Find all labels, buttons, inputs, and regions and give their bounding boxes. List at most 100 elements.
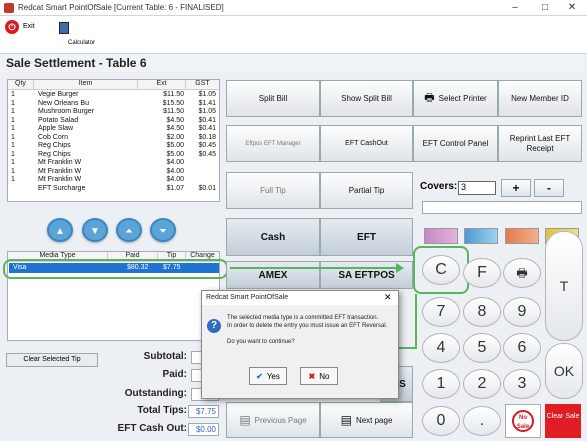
- no-button[interactable]: ✖ No: [300, 367, 338, 385]
- show-split-bill-button[interactable]: Show Split Bill: [320, 80, 413, 117]
- next-page-button[interactable]: ▤ Next page: [320, 402, 413, 438]
- key-ok[interactable]: OK: [545, 343, 583, 399]
- qty-cell: 1: [11, 176, 15, 183]
- page-title: Sale Settlement - Table 6: [6, 56, 147, 70]
- previous-page-icon: ▤: [239, 413, 251, 427]
- no-label: No: [319, 371, 330, 381]
- power-icon: ⏻: [5, 20, 19, 34]
- qty-cell: 1: [11, 150, 15, 158]
- eft-control-panel-button[interactable]: EFT Control Panel: [413, 125, 498, 162]
- covers-label: Covers:: [420, 181, 458, 192]
- dialog-line-1: The selected media type is a committed E…: [227, 315, 379, 321]
- no-sale-button[interactable]: No Sale: [505, 404, 541, 438]
- split-bill-button[interactable]: Split Bill: [226, 80, 320, 117]
- c-key-highlight: [413, 246, 469, 294]
- item-cell: EFT Surcharge: [38, 184, 86, 192]
- scroll-up-button[interactable]: ▲: [47, 218, 73, 242]
- key-0[interactable]: 0: [422, 406, 460, 436]
- key-9[interactable]: 9: [503, 297, 541, 327]
- maximize-icon[interactable]: □: [535, 2, 555, 14]
- minimize-icon[interactable]: –: [505, 2, 525, 14]
- no-sale-icon: No Sale: [512, 410, 534, 432]
- scroll-down-button[interactable]: ▼: [82, 218, 108, 242]
- reprint-last-eft-button[interactable]: Reprint Last EFT Receipt: [498, 125, 582, 162]
- clear-sale-button[interactable]: Clear Sale: [545, 404, 581, 438]
- ext-cell: $4.50: [166, 125, 184, 132]
- cash-button[interactable]: Cash: [226, 218, 320, 256]
- key-8[interactable]: 8: [463, 297, 501, 327]
- key-7[interactable]: 7: [422, 297, 460, 327]
- gst-cell: $0.41: [198, 116, 216, 124]
- partial-tip-button[interactable]: Partial Tip: [320, 172, 413, 209]
- qty-cell: 1: [11, 91, 15, 98]
- yes-button[interactable]: ✔ Yes: [249, 367, 287, 385]
- scroll-top-button[interactable]: ⏶: [116, 218, 142, 242]
- covers-minus-button[interactable]: -: [534, 179, 564, 197]
- list-item[interactable]: EFT Surcharge $1.07 $0.01: [8, 185, 219, 194]
- item-cell: Vegie Burger: [38, 91, 79, 98]
- item-cell: Mushroom Burger: [38, 108, 95, 115]
- eft-button[interactable]: EFT: [320, 218, 413, 256]
- key-5[interactable]: 5: [463, 333, 501, 363]
- qty-cell: 1: [11, 108, 15, 115]
- calculator-icon: [59, 22, 69, 34]
- total-tips-value: $7.75: [188, 405, 219, 418]
- dialog-close-icon[interactable]: ✕: [384, 292, 392, 303]
- previous-page-label: Previous Page: [254, 415, 307, 425]
- item-cell: Reg Chips: [38, 150, 71, 158]
- total-tips-label: Total Tips:: [137, 405, 187, 416]
- visa-highlight: [3, 259, 228, 279]
- gst-cell: $1.05: [198, 108, 216, 115]
- key-t[interactable]: T: [545, 231, 583, 341]
- ext-cell: $2.00: [166, 133, 184, 141]
- paid-label: Paid:: [162, 369, 187, 380]
- item-cell: Mt Franklin W: [38, 167, 82, 175]
- key-f[interactable]: F: [463, 258, 501, 288]
- item-cell: New Orleans Bu: [38, 99, 89, 107]
- key-1[interactable]: 1: [422, 369, 460, 399]
- confirm-dialog: Redcat Smart PointOfSale ✕ ? The selecte…: [201, 290, 399, 399]
- gst-cell: $0.45: [198, 142, 216, 149]
- print-key-icon[interactable]: 🖶: [503, 258, 541, 288]
- items-table[interactable]: Qty Item Ext GST 1 Vegie Burger $11.50 $1.0…: [7, 79, 220, 202]
- exit-button[interactable]: ⏻ Exit: [3, 18, 45, 52]
- outstanding-label: Outstanding:: [124, 388, 187, 399]
- eft-manager-button[interactable]: Eftpos EFT Manager: [226, 125, 320, 162]
- covers-plus-button[interactable]: +: [501, 179, 531, 197]
- ext-cell: $5.00: [166, 142, 184, 149]
- key-dot[interactable]: .: [463, 406, 501, 436]
- key-3[interactable]: 3: [503, 369, 541, 399]
- message-field[interactable]: [422, 201, 582, 214]
- subtotal-label: Subtotal:: [143, 351, 187, 362]
- qty-cell: 1: [11, 99, 15, 107]
- previous-page-button[interactable]: ▤ Previous Page: [226, 402, 320, 438]
- x-icon: ✖: [308, 371, 316, 381]
- eft-cashout-label: EFT Cash Out:: [117, 423, 187, 434]
- key-4[interactable]: 4: [422, 333, 460, 363]
- scroll-bottom-button[interactable]: ⏷: [150, 218, 176, 242]
- full-tip-button[interactable]: Full Tip: [226, 172, 320, 209]
- col-qty: Qty: [8, 80, 34, 90]
- clear-selected-tip-button[interactable]: Clear Selected Tip: [6, 353, 98, 367]
- dialog-line-3: Do you want to continue?: [227, 339, 295, 345]
- covers-input[interactable]: 3: [458, 181, 496, 195]
- key-2[interactable]: 2: [463, 369, 501, 399]
- select-printer-button[interactable]: 🖶 Select Printer: [413, 80, 498, 117]
- eft-cashout-button[interactable]: EFT CashOut: [320, 125, 413, 162]
- qty-cell: 1: [11, 125, 15, 132]
- ext-cell: $11.50: [163, 91, 184, 98]
- yes-label: Yes: [266, 371, 280, 381]
- key-6[interactable]: 6: [503, 333, 541, 363]
- gst-cell: $1.05: [198, 91, 216, 98]
- new-member-id-button[interactable]: New Member ID: [498, 80, 582, 117]
- gst-cell: $0.45: [198, 150, 216, 158]
- note-5-icon[interactable]: [424, 228, 458, 244]
- exit-label: Exit: [23, 23, 35, 30]
- ext-cell: $4.50: [166, 116, 184, 124]
- note-20-icon[interactable]: [505, 228, 539, 244]
- note-10-icon[interactable]: [464, 228, 498, 244]
- close-icon[interactable]: ✕: [562, 2, 582, 14]
- ext-cell: $1.07: [166, 184, 184, 192]
- ext-cell: $15.50: [162, 99, 184, 107]
- calculator-button[interactable]: Calculator: [55, 18, 115, 52]
